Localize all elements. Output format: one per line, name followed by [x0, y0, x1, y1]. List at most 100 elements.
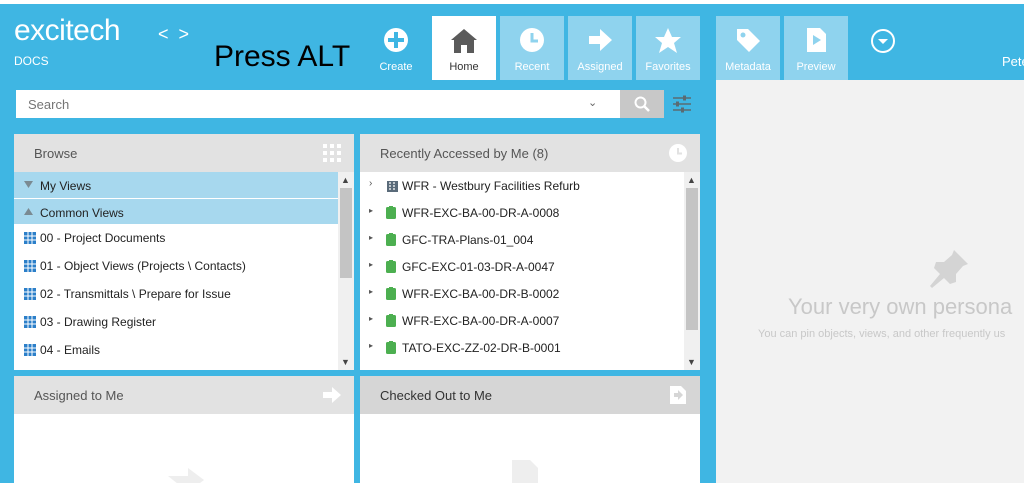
list-item[interactable]: 03 - Drawing Register	[14, 308, 338, 336]
assigned-panel: Assigned to Me	[14, 376, 354, 483]
item-label: 04 - Emails	[40, 343, 101, 357]
grid-icon[interactable]	[322, 143, 342, 163]
item-label: WFR-EXC-BA-00-DR-B-0002	[402, 287, 560, 301]
recent-list: › WFR - Westbury Facilities Refurb ▸ WFR…	[360, 172, 684, 361]
app-product-name: DOCS	[14, 54, 49, 68]
document-arrow-icon[interactable]	[668, 385, 688, 405]
forward-arrow-icon[interactable]: >	[179, 24, 200, 44]
tab-assigned[interactable]: Assigned	[568, 16, 632, 80]
search-icon	[634, 96, 650, 112]
star-icon	[655, 28, 681, 53]
pinned-panel: Your very own persona You can pin object…	[716, 80, 1024, 483]
tab-metadata[interactable]: Metadata	[716, 16, 780, 80]
list-item[interactable]: ▸ WFR-EXC-BA-00-DR-B-0002	[360, 280, 684, 307]
tab-create[interactable]: Create	[364, 16, 428, 80]
building-icon	[387, 181, 398, 192]
document-icon	[386, 260, 396, 273]
item-label: GFC-TRA-Plans-01_004	[402, 233, 534, 247]
tab-favorites[interactable]: Favorites	[636, 16, 700, 80]
document-watermark-icon	[512, 460, 538, 483]
pinned-empty-subtitle: You can pin objects, views, and other fr…	[758, 328, 1006, 340]
section-my-views[interactable]: My Views	[14, 172, 338, 198]
chevron-right-icon[interactable]: ›	[369, 178, 372, 189]
tab-label: Create	[379, 61, 413, 73]
document-icon	[386, 206, 396, 219]
caret-right-icon[interactable]: ▸	[369, 287, 373, 296]
list-item[interactable]: ▸ TATO-EXC-ZZ-02-DR-B-0001	[360, 334, 684, 361]
view-grid-icon	[24, 232, 36, 244]
clock-icon[interactable]	[668, 143, 688, 163]
caret-right-icon[interactable]: ▸	[369, 206, 373, 215]
panel-divider[interactable]	[708, 4, 714, 483]
top-strip	[0, 0, 1024, 4]
recent-scrollbar[interactable]: ▲ ▼	[684, 172, 700, 370]
scroll-down-icon[interactable]: ▼	[341, 357, 350, 367]
list-item[interactable]: ▸ GFC-TRA-Plans-01_004	[360, 226, 684, 253]
list-item[interactable]: ▸ GFC-EXC-01-03-DR-A-0047	[360, 253, 684, 280]
section-label: My Views	[40, 179, 92, 193]
caret-down-icon	[24, 181, 33, 188]
search-input[interactable]	[16, 90, 586, 118]
list-item[interactable]: ▸ WFR-EXC-BA-00-DR-A-0008	[360, 199, 684, 226]
tab-label: Home	[449, 61, 479, 73]
view-grid-icon	[24, 316, 36, 328]
document-icon	[386, 314, 396, 327]
document-icon	[386, 341, 396, 354]
panel-title: Assigned to Me	[34, 388, 124, 403]
item-label: 00 - Project Documents	[40, 231, 166, 245]
view-grid-icon	[24, 260, 36, 272]
browse-list: My Views Common Views 00 - Project Docum…	[14, 172, 338, 364]
view-grid-icon	[24, 344, 36, 356]
section-label: Common Views	[40, 206, 124, 220]
item-label: 01 - Object Views (Projects \ Contacts)	[40, 259, 246, 273]
sliders-icon	[673, 95, 691, 113]
back-arrow-icon[interactable]: <	[158, 24, 179, 44]
list-item[interactable]: › WFR - Westbury Facilities Refurb	[360, 172, 684, 199]
list-item[interactable]: 01 - Object Views (Projects \ Contacts)	[14, 252, 338, 280]
caret-up-icon	[24, 208, 33, 215]
item-label: WFR-EXC-BA-00-DR-A-0008	[402, 206, 560, 220]
user-name[interactable]: Pete	[1002, 54, 1024, 69]
caret-right-icon[interactable]: ▸	[369, 314, 373, 323]
panel-header: Assigned to Me	[14, 376, 354, 414]
dropdown-circle-button[interactable]	[870, 28, 896, 59]
chevron-down-circle-icon	[871, 29, 895, 53]
search-button[interactable]	[620, 90, 664, 118]
view-grid-icon	[24, 288, 36, 300]
clock-icon	[520, 28, 544, 52]
tab-recent[interactable]: Recent	[500, 16, 564, 80]
preview-icon	[807, 28, 826, 52]
filter-settings-button[interactable]	[670, 92, 694, 116]
list-item[interactable]: ▸ WFR-EXC-BA-00-DR-A-0007	[360, 307, 684, 334]
tab-label: Favorites	[645, 61, 691, 73]
section-common-views[interactable]: Common Views	[14, 198, 338, 224]
nav-arrows: <>	[158, 24, 199, 45]
tab-preview[interactable]: Preview	[784, 16, 848, 80]
scroll-up-icon[interactable]: ▲	[687, 175, 696, 185]
search-dropdown-icon[interactable]: ⌄	[588, 96, 597, 109]
plus-circle-icon	[384, 28, 408, 52]
scroll-up-icon[interactable]: ▲	[341, 175, 350, 185]
item-label: GFC-EXC-01-03-DR-A-0047	[402, 260, 555, 274]
list-item[interactable]: 00 - Project Documents	[14, 224, 338, 252]
tag-icon	[737, 29, 760, 52]
item-label: WFR - Westbury Facilities Refurb	[402, 179, 580, 193]
pin-icon	[930, 250, 968, 288]
caret-right-icon[interactable]: ▸	[369, 260, 373, 269]
scroll-thumb[interactable]	[686, 188, 698, 330]
keyboard-hint: Press ALT	[214, 40, 351, 73]
tab-home[interactable]: Home	[432, 16, 496, 80]
document-icon	[386, 233, 396, 246]
scroll-thumb[interactable]	[340, 188, 352, 278]
list-item[interactable]: 04 - Emails	[14, 336, 338, 364]
caret-right-icon[interactable]: ▸	[369, 233, 373, 242]
browse-scrollbar[interactable]: ▲ ▼	[338, 172, 354, 370]
caret-right-icon[interactable]: ▸	[369, 341, 373, 350]
panel-header: Browse	[14, 134, 354, 172]
item-label: WFR-EXC-BA-00-DR-A-0007	[402, 314, 560, 328]
arrow-right-icon[interactable]	[322, 385, 342, 405]
list-item[interactable]: 02 - Transmittals \ Prepare for Issue	[14, 280, 338, 308]
arrow-right-icon	[589, 29, 612, 51]
panel-title: Recently Accessed by Me (8)	[380, 146, 549, 161]
scroll-down-icon[interactable]: ▼	[687, 357, 696, 367]
